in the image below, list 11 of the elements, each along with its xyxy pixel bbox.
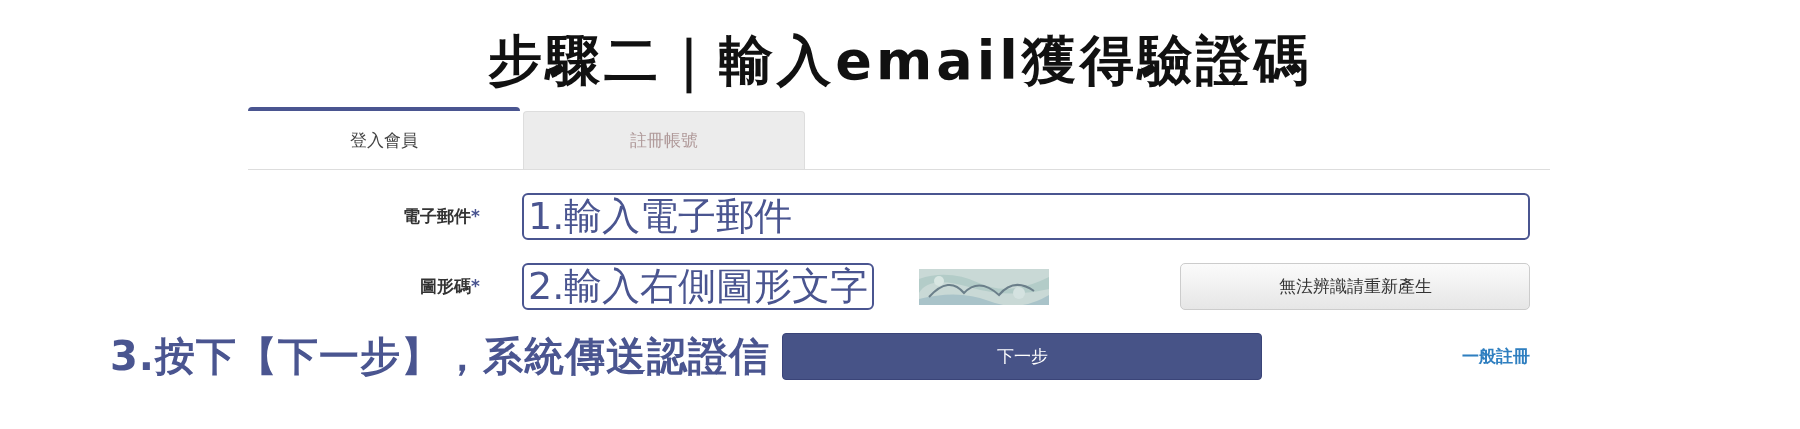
required-mark: * [471, 206, 480, 226]
required-mark: * [471, 276, 480, 296]
annotation-text: 3.按下【下一步】，系統傳送認證信 [110, 332, 771, 381]
annotation-box: 1.輸入電子郵件 [522, 193, 1530, 240]
field-label: 圖形碼 [420, 276, 472, 296]
annotation-box: 2.輸入右側圖形文字 [522, 263, 875, 310]
page-title: 步驟二｜輸入email獲得驗證碼 [487, 28, 1313, 96]
regenerate-button[interactable]: 無法辨識請重新產生 [1180, 263, 1530, 310]
register-link[interactable]: 一般註冊 [1462, 345, 1530, 368]
field-label: 電子郵件 [403, 206, 472, 226]
next-button[interactable]: 下一步 [782, 333, 1263, 380]
